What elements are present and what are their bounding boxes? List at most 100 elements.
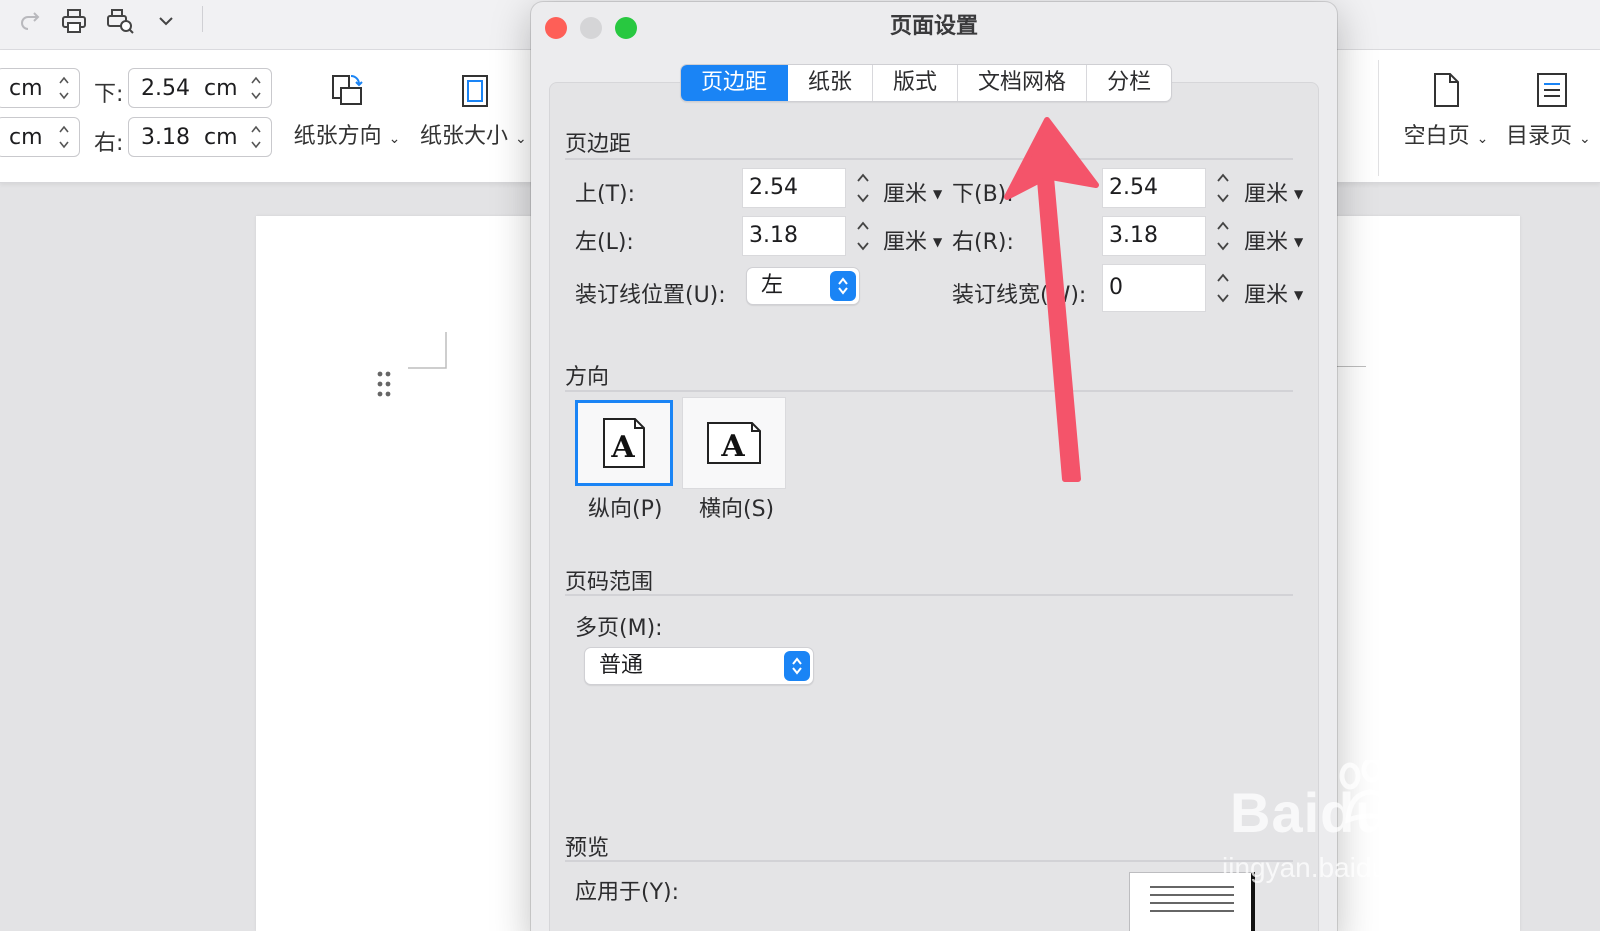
bottom-margin-stepper[interactable] — [1210, 168, 1236, 208]
unit-label: cm — [203, 124, 238, 150]
gutter-position-label: 装订线位置(U): — [575, 283, 726, 308]
margin-corner-mark — [408, 332, 447, 369]
watermark-brand: Bai — [1230, 781, 1321, 844]
document-page[interactable] — [256, 216, 546, 931]
top-margin-input[interactable]: 2.54 — [742, 168, 846, 208]
gutter-position-value: 左 — [761, 273, 784, 298]
portrait-page-icon: A — [603, 418, 645, 468]
section-divider — [565, 390, 1293, 392]
multiple-pages-label: 多页(M): — [575, 616, 663, 641]
unit-label: cm — [203, 75, 238, 101]
right-margin-field[interactable]: 3.18 cm — [128, 117, 272, 157]
right-margin-label: 右(R): — [952, 230, 1014, 255]
caret-down-icon: ▼ — [933, 235, 943, 249]
blank-page-button[interactable]: 空白页 ⌄ — [1400, 70, 1492, 150]
blank-page-icon — [1426, 73, 1466, 114]
section-divider — [565, 158, 1293, 160]
spinner-icon[interactable] — [57, 73, 71, 103]
top-margin-stepper[interactable] — [850, 168, 876, 208]
watermark-cn: 经验 — [1388, 800, 1485, 853]
dialog-title: 页面设置 — [889, 14, 978, 39]
section-divider — [565, 860, 1293, 862]
tab-paper[interactable]: 纸张 — [788, 65, 874, 101]
tab-bar: 页边距 纸张 版式 文档网格 分栏 — [680, 64, 1173, 102]
left-margin-stepper[interactable] — [850, 216, 876, 256]
bottom-margin-label: 下(B): — [952, 182, 1014, 207]
caret-down-icon: ▼ — [1294, 235, 1304, 249]
gutter-width-label: 装订线宽(W): — [952, 283, 1087, 308]
caret-down-icon: ▼ — [1294, 288, 1304, 302]
ribbon-divider — [1378, 60, 1379, 176]
tab-document-grid[interactable]: 文档网格 — [958, 65, 1088, 101]
multiple-pages-select[interactable]: 普通 — [584, 647, 814, 685]
paper-orientation-label: 纸张方向 — [293, 124, 382, 149]
orientation-icon — [327, 75, 367, 114]
unit-label: 厘米 — [1244, 230, 1289, 255]
watermark: Baidu 经验 jingyan.baidu.com — [1222, 760, 1600, 900]
toc-page-icon — [1532, 73, 1572, 114]
toc-page-label: 目录页 — [1506, 124, 1573, 149]
right-margin-unit-dropdown[interactable]: 厘米 ▼ — [1244, 224, 1303, 256]
chevron-down-icon[interactable] — [150, 5, 182, 37]
left-margin-unit-dropdown[interactable]: 厘米 ▼ — [883, 224, 942, 256]
right-margin-label: 右: — [94, 131, 124, 156]
bottom-margin-unit-dropdown[interactable]: 厘米 ▼ — [1244, 176, 1303, 208]
gutter-width-unit-dropdown[interactable]: 厘米 ▼ — [1244, 277, 1303, 309]
gutter-width-stepper[interactable] — [1210, 268, 1236, 308]
tab-content-panel — [549, 82, 1319, 931]
right-margin-stepper[interactable] — [1210, 216, 1236, 256]
bottom-margin-field[interactable]: 2.54 cm — [128, 68, 272, 108]
top-margin-unit-dropdown[interactable]: 厘米 ▼ — [883, 176, 942, 208]
preview-section-title: 预览 — [565, 836, 610, 861]
tab-layout[interactable]: 版式 — [873, 65, 959, 101]
blank-page-label: 空白页 — [1403, 124, 1470, 149]
tab-columns[interactable]: 分栏 — [1087, 65, 1171, 101]
spinner-icon[interactable] — [57, 122, 71, 152]
watermark-brand-2: du — [1320, 781, 1391, 844]
left-margin-input[interactable]: 3.18 — [742, 216, 846, 256]
left-margin-field[interactable]: cm — [0, 117, 80, 157]
bottom-margin-input[interactable]: 2.54 — [1102, 168, 1206, 208]
bottom-margin-value: 2.54 — [141, 75, 190, 101]
unit-label: 厘米 — [883, 230, 928, 255]
gutter-position-select[interactable]: 左 — [746, 267, 860, 305]
unit-label: 厘米 — [1244, 182, 1289, 207]
page-setup-dialog: 页面设置 页边距 纸张 版式 文档网格 分栏 页边距 上(T): 2.54 厘米… — [531, 2, 1337, 931]
portrait-button[interactable]: A — [575, 400, 673, 486]
toc-page-button[interactable]: 目录页 ⌄ — [1506, 70, 1598, 150]
tab-margins[interactable]: 页边距 — [681, 65, 789, 101]
paper-size-button[interactable]: 纸张大小 ⌄ — [420, 70, 530, 150]
caret-down-icon: ▼ — [933, 187, 943, 201]
redo-icon[interactable] — [14, 5, 46, 37]
updown-chevron-icon — [784, 651, 810, 681]
gutter-width-input[interactable]: 0 — [1102, 264, 1206, 312]
landscape-label: 横向(S) — [699, 497, 775, 522]
right-margin-input[interactable]: 3.18 — [1102, 216, 1206, 256]
landscape-button[interactable]: A — [682, 397, 786, 489]
spinner-icon[interactable] — [249, 73, 263, 103]
spinner-icon[interactable] — [249, 122, 263, 152]
drag-handle-icon[interactable] — [376, 370, 392, 402]
unit-label: 厘米 — [1244, 283, 1289, 308]
unit-label: cm — [9, 75, 43, 101]
portrait-glyph: A — [610, 430, 635, 465]
paper-size-icon — [455, 75, 495, 114]
page-range-section-title: 页码范围 — [565, 570, 654, 595]
left-margin-label: 左(L): — [575, 230, 634, 255]
landscape-page-icon: A — [707, 422, 761, 464]
section-divider — [565, 594, 1293, 596]
multiple-pages-value: 普通 — [599, 653, 644, 678]
portrait-label: 纵向(P) — [588, 497, 663, 522]
print-icon[interactable] — [58, 5, 90, 37]
landscape-glyph: A — [720, 429, 745, 464]
unit-label: cm — [9, 124, 43, 150]
paper-orientation-button[interactable]: 纸张方向 ⌄ — [292, 70, 402, 150]
watermark-url: jingyan.baidu.com — [1222, 852, 1448, 883]
unit-label: 厘米 — [883, 182, 928, 207]
top-margin-field[interactable]: cm — [0, 68, 80, 108]
margins-section-title: 页边距 — [565, 132, 632, 157]
top-margin-label: 上(T): — [575, 182, 636, 207]
paper-size-label: 纸张大小 — [420, 124, 509, 149]
caret-down-icon: ▼ — [1294, 187, 1304, 201]
print-preview-icon[interactable] — [104, 5, 136, 37]
